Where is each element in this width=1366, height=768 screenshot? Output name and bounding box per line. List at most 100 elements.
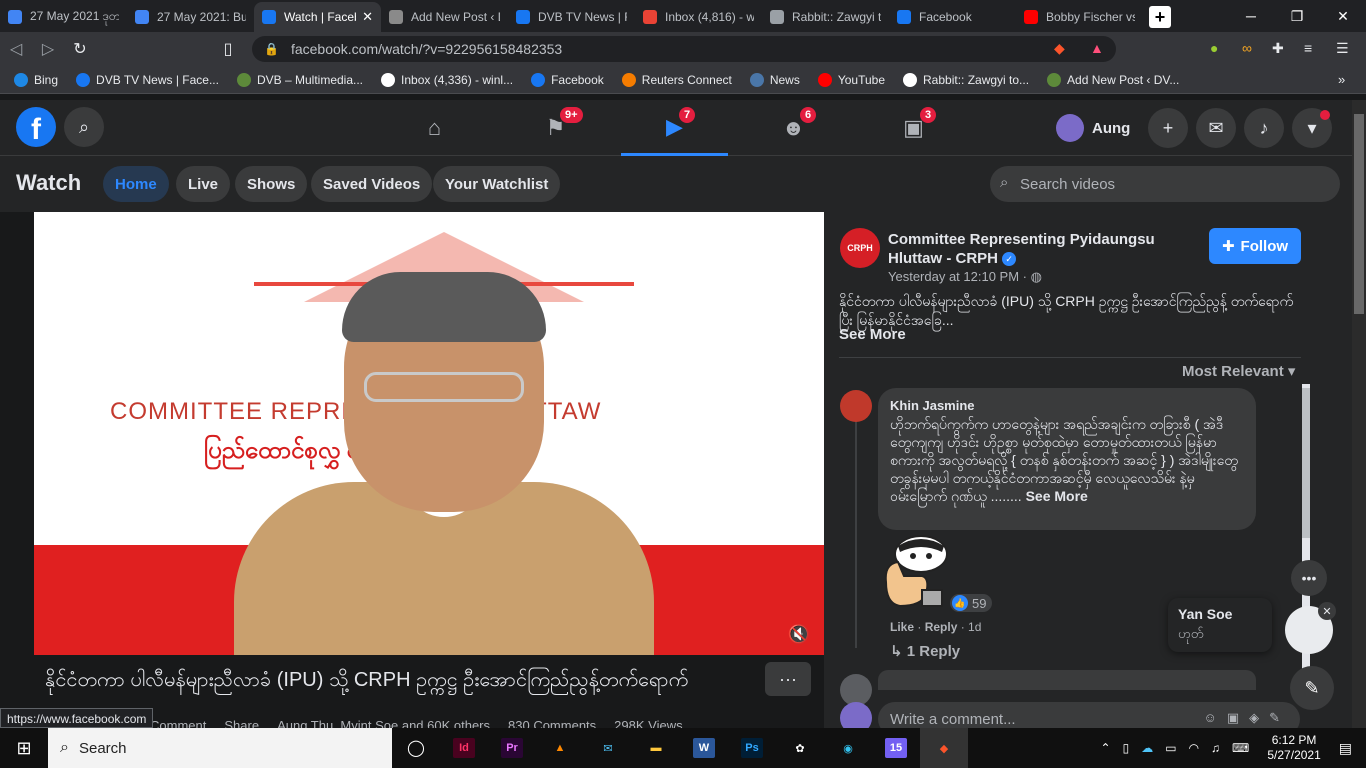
- volume-icon[interactable]: ♫: [1211, 741, 1220, 755]
- reload-icon[interactable]: ↻: [64, 39, 96, 59]
- bookmark-item[interactable]: Reuters Connect: [621, 72, 732, 87]
- url-bar[interactable]: 🔒 facebook.com/watch/?v=922956158482353: [252, 36, 1116, 62]
- battery-icon[interactable]: ▭: [1165, 741, 1176, 755]
- bookmark-item[interactable]: News: [749, 72, 800, 87]
- minimize-icon[interactable]: ─: [1228, 0, 1274, 32]
- groups-nav-icon[interactable]: ☻ 6: [740, 100, 847, 156]
- comment-tools[interactable]: ☺▣◈✎: [1204, 710, 1290, 726]
- search-icon[interactable]: ⌕: [64, 107, 104, 147]
- home-nav-icon[interactable]: ⌂: [381, 100, 488, 156]
- forward-icon[interactable]: ▷: [32, 39, 64, 59]
- like-link[interactable]: Like: [890, 620, 914, 634]
- task-view-icon[interactable]: ◯: [392, 728, 440, 768]
- bookmark-icon[interactable]: ▯: [212, 39, 244, 59]
- browser-tab[interactable]: 27 May 2021: Bu: [127, 2, 254, 32]
- brave-rewards-icon[interactable]: ▲: [1090, 40, 1104, 56]
- chat-options-icon[interactable]: •••: [1291, 560, 1327, 596]
- comment-author[interactable]: Khin Jasmine: [890, 398, 1244, 413]
- tab-live[interactable]: Live: [176, 166, 231, 202]
- menu-icon[interactable]: ☰: [1336, 40, 1349, 57]
- post-time[interactable]: Yesterday at 12:10 PM · ◍: [888, 269, 1042, 285]
- comment-see-more[interactable]: See More: [1026, 488, 1088, 504]
- comments-scroll-thumb[interactable]: [1302, 388, 1310, 538]
- bookmark-item[interactable]: Inbox (4,336) - winl...: [381, 72, 513, 87]
- wifi-icon[interactable]: ◠: [1189, 741, 1199, 755]
- bookmark-item[interactable]: DVB – Multimedia...: [236, 72, 363, 87]
- page-scrollbar[interactable]: [1352, 100, 1366, 728]
- search-videos-input[interactable]: ⌕ Search videos: [990, 166, 1340, 202]
- windows-start-icon[interactable]: ⊞: [0, 728, 48, 768]
- comment-author-avatar[interactable]: [840, 390, 872, 422]
- browser-tab[interactable]: Add New Post ‹ D: [381, 2, 508, 32]
- taskbar-search[interactable]: ⌕ Search: [48, 728, 392, 768]
- tab-saved-videos[interactable]: Saved Videos: [311, 166, 433, 202]
- puzzle-icon[interactable]: ✚: [1272, 40, 1284, 57]
- browser-tab[interactable]: Facebook: [889, 2, 1016, 32]
- taskbar-app-icon[interactable]: ✉: [584, 728, 632, 768]
- comment-reactions[interactable]: 👍 59: [950, 594, 993, 612]
- browser-tab[interactable]: Watch | Faceb ✕: [254, 2, 381, 32]
- taskbar-app-icon[interactable]: W: [680, 728, 728, 768]
- chat-preview-popup[interactable]: Yan Soe ဟုတ်: [1168, 598, 1272, 652]
- close-window-icon[interactable]: ✕: [1320, 0, 1366, 32]
- taskbar-app-icon[interactable]: Id: [440, 728, 488, 768]
- pages-nav-icon[interactable]: ⚑ 9+: [502, 100, 609, 156]
- video-more-button[interactable]: ···: [765, 662, 811, 696]
- browser-tab[interactable]: DVB TV News | Fa: [508, 2, 635, 32]
- browser-tab[interactable]: Rabbit:: Zawgyi t: [762, 2, 889, 32]
- taskbar-app-icon[interactable]: 15: [872, 728, 920, 768]
- tab-shows[interactable]: Shows: [235, 166, 308, 202]
- language-icon[interactable]: ⌨: [1232, 741, 1249, 755]
- tray-app-icon[interactable]: ☁: [1141, 741, 1153, 755]
- comment-age[interactable]: 1d: [968, 620, 981, 634]
- page-avatar[interactable]: CRPH: [840, 228, 880, 268]
- reply-link[interactable]: Reply: [925, 620, 958, 634]
- new-tab-icon[interactable]: +: [1149, 6, 1171, 28]
- notifications-icon[interactable]: ♪: [1244, 108, 1284, 148]
- playlist-icon[interactable]: ≡: [1304, 40, 1312, 56]
- tray-chevron-icon[interactable]: ⌃: [1101, 741, 1111, 755]
- page-name-link[interactable]: Committee Representing Pyidaungsu Hlutta…: [888, 230, 1208, 268]
- bookmark-item[interactable]: DVB TV News | Face...: [76, 72, 219, 87]
- bookmark-item[interactable]: YouTube: [817, 72, 885, 87]
- messenger-icon[interactable]: ✉: [1196, 108, 1236, 148]
- facebook-logo-icon[interactable]: f: [16, 107, 56, 147]
- brave-shield-icon[interactable]: ◆: [1054, 40, 1065, 57]
- gaming-nav-icon[interactable]: ▣ 3: [860, 100, 967, 156]
- tab-close-icon[interactable]: ✕: [362, 9, 373, 25]
- view-replies-link[interactable]: ↳ 1 Reply: [890, 642, 960, 660]
- extension-icon[interactable]: ●: [1210, 40, 1218, 56]
- post-see-more[interactable]: See More: [839, 326, 906, 343]
- mute-icon[interactable]: 🔇: [788, 624, 810, 645]
- tray-app-icon[interactable]: ▯: [1123, 741, 1130, 755]
- bookmark-item[interactable]: Rabbit:: Zawgyi to...: [903, 72, 1029, 87]
- bookmark-item[interactable]: Bing: [14, 72, 58, 87]
- taskbar-app-icon[interactable]: ✿: [776, 728, 824, 768]
- profile-button[interactable]: Aung: [1056, 112, 1130, 144]
- taskbar-app-icon[interactable]: ◉: [824, 728, 872, 768]
- write-comment-input[interactable]: Write a comment... ☺▣◈✎: [878, 702, 1300, 728]
- follow-button[interactable]: ✚ Follow: [1209, 228, 1301, 264]
- browser-tab[interactable]: Bobby Fischer vs: [1016, 2, 1143, 32]
- browser-tab[interactable]: 27 May 2021 ဒုတ: [0, 2, 127, 32]
- back-icon[interactable]: ◁: [0, 39, 32, 59]
- restore-icon[interactable]: ❐: [1274, 0, 1320, 32]
- close-icon[interactable]: ✕: [1318, 602, 1336, 620]
- taskbar-app-icon[interactable]: ◆: [920, 728, 968, 768]
- bookmark-item[interactable]: Add New Post ‹ DV...: [1047, 72, 1179, 87]
- bookmark-item[interactable]: Facebook: [531, 72, 604, 87]
- action-center-icon[interactable]: ▤: [1339, 740, 1352, 757]
- taskbar-app-icon[interactable]: ▬: [632, 728, 680, 768]
- video-player[interactable]: COMMITTEE REPRE AUNGSU HLUTTAW ပြည်ထောင်…: [34, 212, 824, 655]
- taskbar-app-icon[interactable]: Pr: [488, 728, 536, 768]
- extension-icon[interactable]: ∞: [1242, 40, 1252, 56]
- tab-your-watchlist[interactable]: Your Watchlist: [433, 166, 561, 202]
- clock[interactable]: 6:12 PM 5/27/2021: [1267, 733, 1320, 763]
- page-scroll-thumb[interactable]: [1354, 114, 1364, 314]
- taskbar-app-icon[interactable]: Ps: [728, 728, 776, 768]
- new-message-icon[interactable]: ✎: [1290, 666, 1334, 710]
- comment-sort-dropdown[interactable]: Most Relevant ▾: [1182, 362, 1295, 380]
- bookmarks-overflow-icon[interactable]: »: [1338, 72, 1345, 87]
- watch-nav-icon[interactable]: ▶ 7: [621, 100, 728, 156]
- browser-tab[interactable]: Inbox (4,816) - w: [635, 2, 762, 32]
